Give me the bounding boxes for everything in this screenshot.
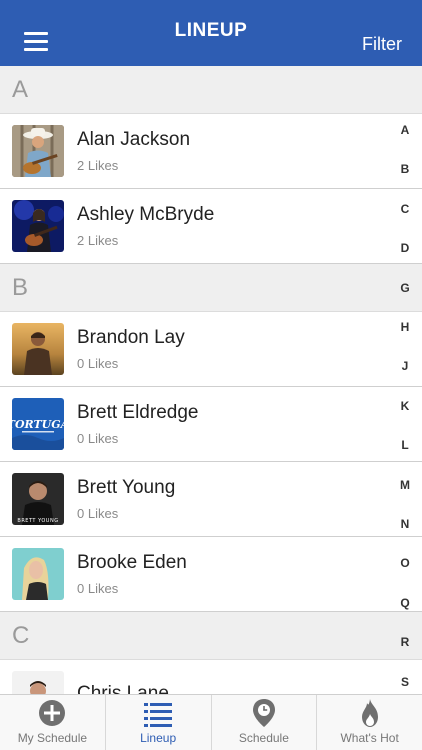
index-letter-l[interactable]: L xyxy=(398,438,412,452)
artist-thumbnail: BRETT YOUNG xyxy=(12,473,64,525)
likes-count: 0 Likes xyxy=(77,431,119,446)
index-letter-b[interactable]: B xyxy=(398,162,412,176)
filter-button[interactable]: Filter xyxy=(362,34,402,55)
artist-name: Brandon Lay xyxy=(77,327,185,348)
tab-label: What's Hot xyxy=(340,731,399,745)
flame-icon xyxy=(361,699,378,727)
index-letter-r[interactable]: R xyxy=(398,635,412,649)
tab-label: My Schedule xyxy=(17,731,88,745)
alphabet-index[interactable]: A B C D G H J K L M N O Q R S xyxy=(398,66,412,694)
bottom-tab-bar: My Schedule Lineup Schedule What's Hot xyxy=(0,694,422,750)
likes-count: 2 Likes xyxy=(77,158,119,173)
app-header: LINEUP Filter xyxy=(0,0,422,66)
artist-name: Ashley McBryde xyxy=(77,204,215,225)
index-letter-q[interactable]: Q xyxy=(398,596,412,610)
likes-count: 2 Likes xyxy=(77,233,119,248)
likes-count: 0 Likes xyxy=(77,506,119,521)
tab-label: Lineup xyxy=(140,731,177,745)
plus-circle-icon xyxy=(39,700,66,726)
index-letter-c[interactable]: C xyxy=(398,202,412,216)
svg-text:TORTUGA: TORTUGA xyxy=(12,418,64,431)
artist-row-brandon-lay[interactable]: Brandon Lay 0 Likes xyxy=(0,312,422,387)
tab-whats-hot[interactable]: What's Hot xyxy=(317,695,422,750)
artist-thumbnail xyxy=(12,125,64,177)
index-letter-d[interactable]: D xyxy=(398,241,412,255)
tab-label: Schedule xyxy=(238,731,289,745)
index-letter-h[interactable]: H xyxy=(398,320,412,334)
index-letter-n[interactable]: N xyxy=(398,517,412,531)
artist-thumbnail xyxy=(12,323,64,375)
artist-thumbnail xyxy=(12,200,64,252)
section-header-c: C xyxy=(0,612,422,660)
artist-name: Brett Young xyxy=(77,477,176,498)
artist-row-brett-young[interactable]: BRETT YOUNG Brett Young 0 Likes xyxy=(0,462,422,537)
list-icon xyxy=(144,703,173,727)
artist-row-brooke-eden[interactable]: Brooke Eden 0 Likes xyxy=(0,537,422,612)
tab-schedule[interactable]: Schedule xyxy=(212,695,318,750)
index-letter-j[interactable]: J xyxy=(398,359,412,373)
artist-row-ashley-mcbryde[interactable]: Ashley McBryde 2 Likes xyxy=(0,189,422,264)
svg-text:BRETT YOUNG: BRETT YOUNG xyxy=(17,518,58,524)
likes-count: 0 Likes xyxy=(77,356,119,371)
artist-name: Chris Lane xyxy=(77,682,169,695)
hamburger-menu-icon[interactable] xyxy=(24,32,48,51)
location-pin-icon xyxy=(252,699,275,727)
section-header-a: A xyxy=(0,66,422,114)
artist-thumbnail xyxy=(12,548,64,600)
index-letter-k[interactable]: K xyxy=(398,399,412,413)
lineup-list[interactable]: A Alan Jackson 2 Likes Ashley McBryde 2 … xyxy=(0,66,422,694)
artist-name: Brett Eldredge xyxy=(77,402,199,423)
page-title: LINEUP xyxy=(174,20,248,41)
likes-count: 0 Likes xyxy=(77,581,119,596)
artist-row-alan-jackson[interactable]: Alan Jackson 2 Likes xyxy=(0,114,422,189)
section-header-b: B xyxy=(0,264,422,312)
index-letter-o[interactable]: O xyxy=(398,556,412,570)
artist-name: Brooke Eden xyxy=(77,552,187,573)
artist-row-chris-lane[interactable]: Chris Lane xyxy=(0,660,422,694)
tab-lineup[interactable]: Lineup xyxy=(106,695,212,750)
artist-row-brett-eldredge[interactable]: TORTUGA Brett Eldredge 0 Likes xyxy=(0,387,422,462)
tab-my-schedule[interactable]: My Schedule xyxy=(0,695,106,750)
artist-thumbnail xyxy=(12,671,64,694)
index-letter-a[interactable]: A xyxy=(398,123,412,137)
artist-name: Alan Jackson xyxy=(77,129,191,150)
index-letter-s[interactable]: S xyxy=(398,675,412,689)
index-letter-m[interactable]: M xyxy=(398,478,412,492)
index-letter-g[interactable]: G xyxy=(398,281,412,295)
artist-thumbnail: TORTUGA xyxy=(12,398,64,450)
